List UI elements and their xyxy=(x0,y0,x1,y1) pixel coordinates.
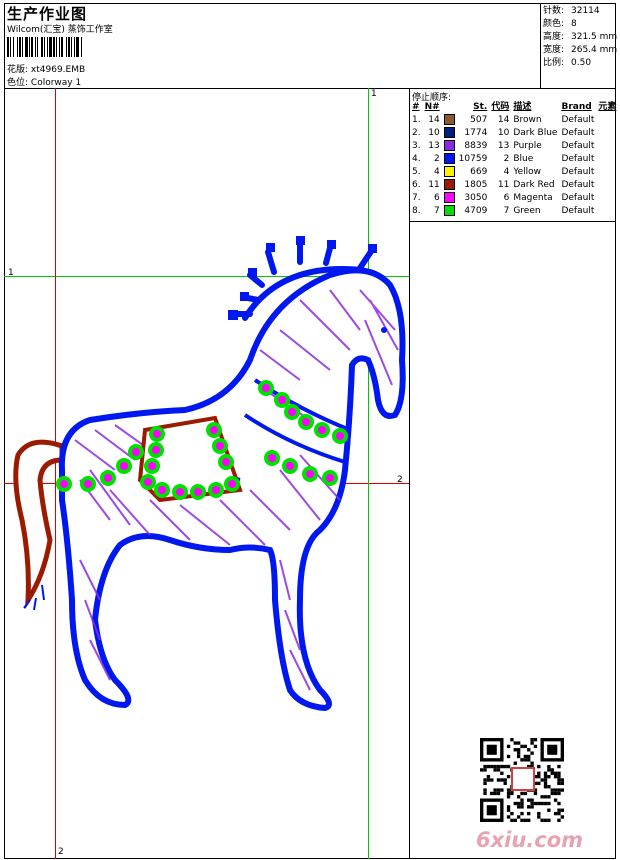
watermark-logo: 6xiu.com xyxy=(476,828,584,852)
stud xyxy=(314,422,330,438)
stud xyxy=(149,426,165,442)
stud xyxy=(218,454,234,470)
stud xyxy=(154,482,170,498)
stud xyxy=(128,444,144,460)
stud xyxy=(332,428,348,444)
stud xyxy=(116,458,132,474)
stud xyxy=(284,404,300,420)
stud xyxy=(322,470,338,486)
stud xyxy=(144,458,160,474)
stud xyxy=(172,484,188,500)
stud xyxy=(208,482,224,498)
stud xyxy=(56,476,72,492)
stud xyxy=(100,470,116,486)
stud xyxy=(80,476,96,492)
stud xyxy=(140,474,156,490)
stud xyxy=(224,476,240,492)
stud xyxy=(298,414,314,430)
stud xyxy=(258,380,274,396)
stud xyxy=(264,450,280,466)
stud xyxy=(190,484,206,500)
stud xyxy=(148,442,164,458)
stud xyxy=(212,438,228,454)
stud xyxy=(302,466,318,482)
horse-embroidery-artwork xyxy=(13,236,406,712)
stud xyxy=(206,422,222,438)
stud xyxy=(274,392,290,408)
stud xyxy=(282,458,298,474)
qr-code xyxy=(480,738,564,822)
